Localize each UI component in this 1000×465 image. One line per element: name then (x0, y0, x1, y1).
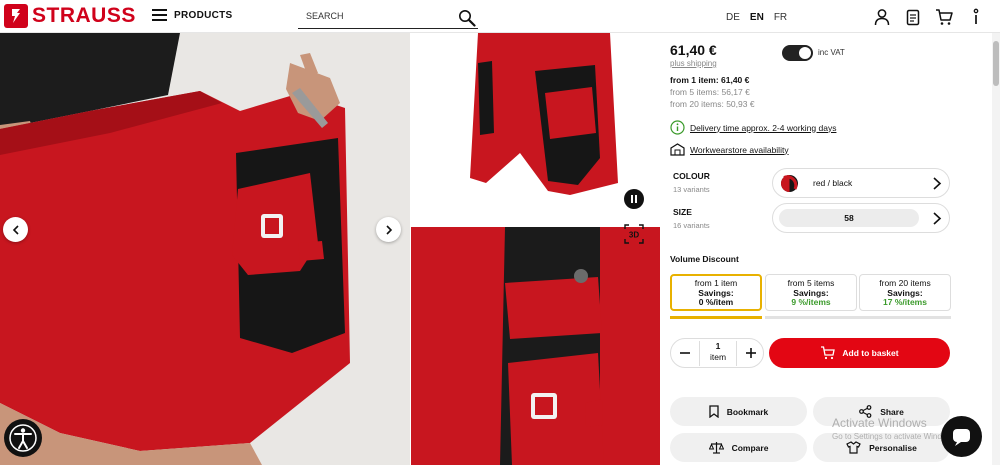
compare-label: Compare (731, 442, 769, 453)
discount-tile-1[interactable]: from 1 item Savings: 0 %/item (670, 274, 762, 311)
chevron-right-icon (933, 177, 942, 190)
search-icon[interactable] (458, 9, 476, 27)
quantity-unit: item (709, 352, 727, 362)
vat-toggle[interactable] (782, 45, 813, 61)
chat-icon (953, 429, 970, 446)
store-availability-link[interactable]: Workwearstore availability (670, 143, 789, 156)
colour-value: red / black (813, 178, 853, 188)
lang-en[interactable]: EN (750, 12, 764, 23)
page-scrollbar[interactable] (992, 33, 1000, 465)
cart-add-icon (821, 346, 836, 360)
price-tier-1: from 1 item: 61,40 € (670, 75, 750, 85)
lang-de[interactable]: DE (726, 12, 740, 23)
hamburger-icon (152, 9, 167, 21)
bookmark-label: Bookmark (726, 406, 769, 417)
discount-progress-active (670, 316, 762, 319)
size-variants: 16 variants (673, 221, 710, 230)
price-tier-20: from 20 items: 50,93 € (670, 99, 755, 109)
colour-label: COLOUR (673, 171, 710, 181)
discount-savings: 17 %/items (883, 297, 927, 307)
product-price: 61,40 € (670, 42, 717, 58)
price-tier-5: from 5 items: 56,17 € (670, 87, 750, 97)
plus-icon (746, 348, 756, 358)
quantity-increase-button[interactable] (737, 339, 765, 367)
shirt-icon (846, 441, 861, 454)
chevron-left-icon (12, 224, 19, 235)
share-button[interactable]: Share (813, 397, 950, 426)
compare-scale-icon (708, 442, 724, 454)
add-to-basket-label: Add to basket (842, 348, 899, 358)
accessibility-icon[interactable] (4, 419, 42, 457)
personalise-label: Personalise (869, 442, 917, 453)
quantity-decrease-button[interactable] (671, 339, 699, 367)
products-menu-label: PRODUCTS (174, 9, 233, 21)
product-gallery: 3D (0, 33, 660, 465)
chevron-right-icon (385, 224, 392, 235)
bookmark-icon (709, 405, 719, 418)
minus-icon (680, 352, 690, 354)
quantity-value: 1 (715, 341, 721, 351)
delivery-time-text: Delivery time approx. 2-4 working days (690, 122, 837, 133)
compare-button[interactable]: Compare (670, 433, 807, 462)
colour-variants: 13 variants (673, 185, 710, 194)
quantity-value-box[interactable]: 1 item (699, 341, 737, 366)
product-info-panel: 61,40 € plus shipping inc VAT from 1 ite… (660, 33, 992, 465)
logo-text: STRAUSS (32, 4, 136, 27)
colour-selector[interactable]: red / black (772, 168, 950, 198)
cart-icon[interactable] (935, 8, 953, 26)
discount-tile-5[interactable]: from 5 items Savings: 9 %/items (765, 274, 857, 311)
bookmark-button[interactable]: Bookmark (670, 397, 807, 426)
lang-fr[interactable]: FR (774, 12, 787, 23)
add-to-basket-button[interactable]: Add to basket (769, 338, 950, 368)
store-icon (670, 143, 685, 156)
size-value: 58 (779, 209, 919, 227)
site-header: STRAUSS PRODUCTS DE EN FR (0, 0, 1000, 33)
3d-icon[interactable]: 3D (624, 224, 644, 244)
size-selector[interactable]: 58 (772, 203, 950, 233)
share-icon (859, 405, 872, 418)
discount-savings: 9 %/items (791, 297, 831, 307)
user-icon[interactable] (873, 8, 891, 26)
products-menu-button[interactable]: PRODUCTS (152, 9, 233, 21)
gallery-next-button[interactable] (376, 217, 401, 242)
shipping-link[interactable]: plus shipping (670, 59, 717, 68)
quantity-stepper: 1 item (670, 338, 764, 368)
discount-progress-track (765, 316, 951, 319)
strauss-logo[interactable]: STRAUSS (4, 4, 136, 28)
language-switcher: DE EN FR (726, 12, 787, 23)
chevron-right-icon (933, 212, 942, 225)
personalise-button[interactable]: Personalise (813, 433, 950, 462)
discount-savings: 0 %/item (698, 297, 734, 307)
colour-swatch (781, 175, 798, 192)
more-vertical-icon[interactable] (967, 8, 985, 26)
discount-tile-20[interactable]: from 20 items Savings: 17 %/items (859, 274, 951, 311)
3d-label: 3D (629, 231, 639, 240)
chat-button[interactable] (941, 416, 982, 457)
delivery-time-link[interactable]: Delivery time approx. 2-4 working days (670, 120, 836, 135)
gallery-prev-button[interactable] (3, 217, 28, 242)
share-label: Share (880, 406, 904, 417)
search-bar (298, 4, 478, 29)
notepad-icon[interactable] (904, 8, 922, 26)
strauss-logo-mark (4, 4, 28, 28)
scrollbar-thumb[interactable] (993, 41, 999, 86)
product-photos (0, 33, 660, 465)
volume-discount-title: Volume Discount (670, 254, 739, 264)
pause-icon[interactable] (624, 189, 644, 209)
store-availability-text: Workwearstore availability (690, 144, 789, 155)
search-input[interactable] (306, 11, 446, 21)
info-icon (670, 120, 685, 135)
size-label: SIZE (673, 207, 692, 217)
vat-toggle-label: inc VAT (818, 48, 845, 57)
